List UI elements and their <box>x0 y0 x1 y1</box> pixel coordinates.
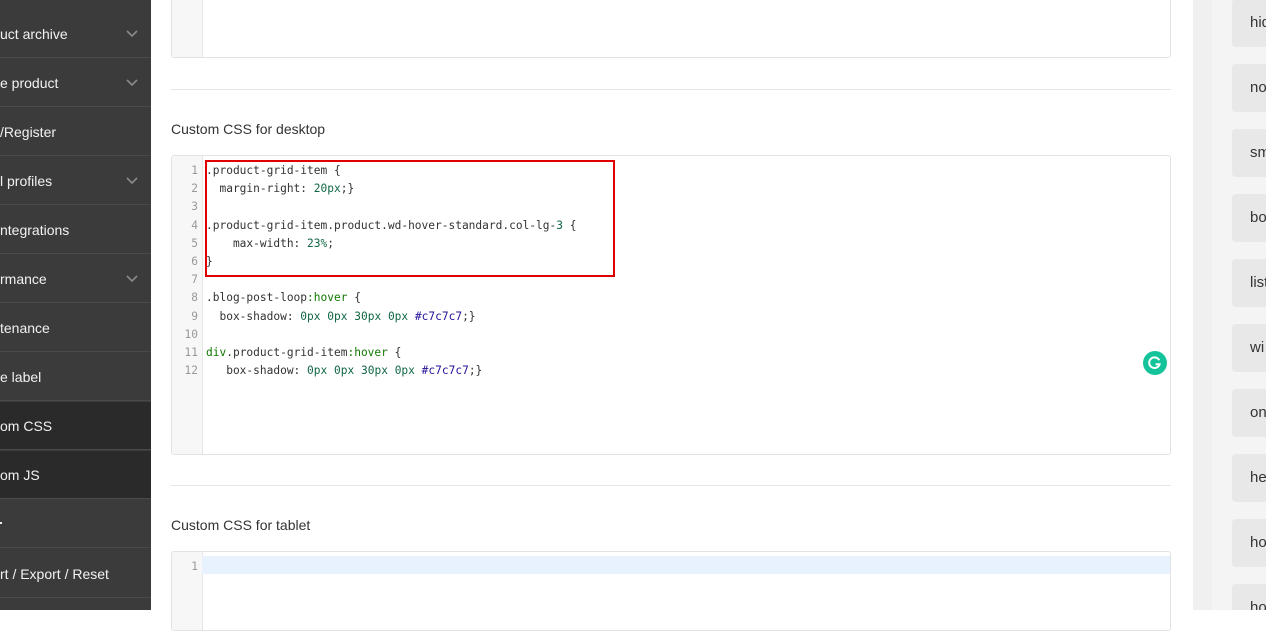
code-text: .blog-post-loop:hover { <box>206 291 361 305</box>
line-number: 1 <box>191 560 198 573</box>
sidebar-item-custom-js[interactable]: om JS <box>0 451 151 499</box>
sidebar-item-label: rmance <box>0 271 47 287</box>
line-number: 7 <box>191 273 198 287</box>
sidebar-item-label: om CSS <box>0 418 53 434</box>
code-line[interactable]: 11 div.product-grid-item:hover { <box>172 344 1170 362</box>
option-chip[interactable]: no <box>1232 64 1266 112</box>
code-text: .product-grid-item { <box>206 164 341 177</box>
code-text: margin-right: 20px;} <box>206 182 355 196</box>
sidebar-item-single-product[interactable]: e product <box>0 59 151 107</box>
option-chip[interactable]: wi <box>1232 324 1266 372</box>
section-divider <box>171 485 1171 486</box>
code-text: .product-grid-item.product.wd-hover-stan… <box>206 218 577 232</box>
editor-gutter <box>172 0 203 57</box>
line-number: 1 <box>191 164 198 177</box>
line-number: 9 <box>191 309 198 323</box>
sidebar-item-label: ntegrations <box>0 222 70 238</box>
sidebar-item-label: e label <box>0 369 42 385</box>
grammarly-icon[interactable] <box>1143 351 1167 375</box>
code-lines: 1 .product-grid-item { 2 margin-right: 20p… <box>172 162 1170 380</box>
code-text: box-shadow: 0px 0px 30px 0px #c7c7c7;} <box>206 309 476 323</box>
sidebar-item-label: uct archive <box>0 26 68 42</box>
sidebar-item-maintenance[interactable]: tenance <box>0 304 151 352</box>
code-line[interactable]: 10 <box>172 326 1170 344</box>
chevron-down-icon <box>126 79 138 87</box>
code-text: } <box>206 254 213 268</box>
sidebar-item-social-profiles[interactable]: l profiles <box>0 157 151 205</box>
sidebar-item-white-label[interactable]: e label <box>0 353 151 401</box>
sidebar-item-label: rt / Export / Reset <box>0 566 109 582</box>
option-chip[interactable]: sm <box>1232 129 1266 177</box>
line-number: 4 <box>191 218 198 232</box>
option-chip[interactable]: bo <box>1232 194 1266 242</box>
sidebar-item-label: tenance <box>0 320 50 336</box>
line-number: 3 <box>191 200 198 214</box>
line-number: 8 <box>191 291 198 305</box>
code-line[interactable]: 9 box-shadow: 0px 0px 30px 0px #c7c7c7;} <box>172 308 1170 326</box>
option-chip[interactable]: ho <box>1232 519 1266 567</box>
main-content: Custom CSS for desktop 1 .product-grid-it… <box>151 0 1193 631</box>
sidebar-item-login-register[interactable]: /Register <box>0 108 151 156</box>
option-chip[interactable]: on <box>1232 389 1266 437</box>
option-chip[interactable]: ho <box>1232 584 1266 610</box>
code-line[interactable]: 2 margin-right: 20px;} <box>172 180 1170 198</box>
desktop-css-title: Custom CSS for desktop <box>171 121 326 137</box>
code-line[interactable]: 4 .product-grid-item.product.wd-hover-sta… <box>172 217 1170 235</box>
line-number: 2 <box>191 182 198 196</box>
line-number: 11 <box>184 345 198 359</box>
section-divider <box>171 89 1171 90</box>
sidebar-item-custom-css[interactable]: om CSS <box>0 402 151 450</box>
code-line[interactable]: 3 <box>172 198 1170 216</box>
code-text: max-width: 23%; <box>206 236 335 250</box>
code-text: box-shadow: 0px 0px 30px 0px #c7c7c7;} <box>206 364 483 378</box>
line-number: 12 <box>184 364 198 378</box>
line-number: 6 <box>191 254 198 268</box>
code-line[interactable]: 6} <box>172 253 1170 271</box>
code-text: div.product-grid-item:hover { <box>206 345 402 359</box>
line-number: 10 <box>184 327 198 341</box>
sidebar-item-label: l profiles <box>0 173 53 189</box>
code-lines: 1 <box>172 558 1170 576</box>
sidebar-item-misc[interactable] <box>0 500 151 548</box>
sidebar-item-import-export-reset[interactable]: rt / Export / Reset <box>0 550 151 598</box>
tablet-css-title: Custom CSS for tablet <box>171 517 311 533</box>
previous-css-editor[interactable] <box>171 0 1171 58</box>
chevron-down-icon <box>126 30 138 38</box>
sidebar: uct archive e product /Register l profil… <box>0 0 151 610</box>
option-chip[interactable]: list <box>1232 259 1266 307</box>
sidebar-item-label: e product <box>0 75 59 91</box>
scrollbar-track[interactable] <box>1193 0 1212 610</box>
chevron-down-icon <box>126 177 138 185</box>
desktop-css-editor[interactable]: 1 .product-grid-item { 2 margin-right: 20p… <box>171 155 1171 455</box>
code-line[interactable]: 1 .product-grid-item { <box>172 162 1170 180</box>
sidebar-item-label: /Register <box>0 124 57 140</box>
code-line[interactable]: 8 .blog-post-loop:hover { <box>172 289 1170 307</box>
code-line[interactable]: 1 <box>172 558 1170 576</box>
sidebar-item-marker <box>0 522 2 524</box>
line-number: 5 <box>191 236 198 250</box>
sidebar-item-integrations[interactable]: ntegrations <box>0 206 151 254</box>
code-line[interactable]: 7 <box>172 271 1170 289</box>
tablet-css-editor[interactable]: 1 <box>171 551 1171 631</box>
option-chip[interactable]: hid <box>1232 0 1266 47</box>
right-panel: hid no sm bo list wi on he ho ho <box>1212 0 1266 610</box>
sidebar-item-label: om JS <box>0 467 40 483</box>
sidebar-item-product-archive[interactable]: uct archive <box>0 10 151 58</box>
option-chip[interactable]: he <box>1232 454 1266 502</box>
sidebar-item-performance[interactable]: rmance <box>0 255 151 303</box>
code-line[interactable]: 5 max-width: 23%; <box>172 235 1170 253</box>
code-line[interactable]: 12 box-shadow: 0px 0px 30px 0px #c7c7c7;… <box>172 362 1170 380</box>
chevron-down-icon <box>126 275 138 283</box>
